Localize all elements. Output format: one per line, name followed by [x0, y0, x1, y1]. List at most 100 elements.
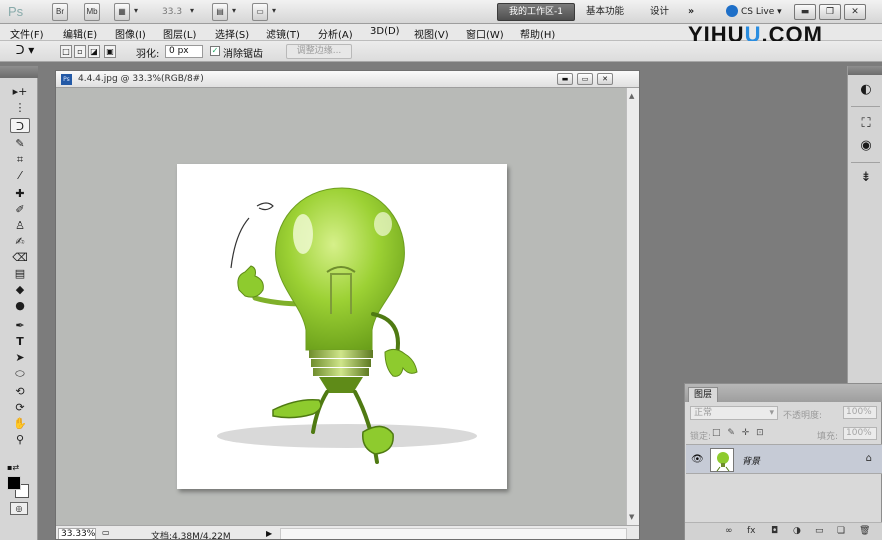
eraser-tool-icon[interactable]: ⌫ [10, 250, 30, 265]
view-extras-icon[interactable]: ▦ [114, 3, 130, 21]
dock-divider [851, 106, 880, 107]
menu-3d[interactable]: 3D(D) [370, 26, 400, 37]
scroll-down-arrow-icon[interactable]: ▼ [629, 513, 634, 521]
menu-view[interactable]: 视图(V) [414, 26, 449, 41]
dock-grip[interactable] [848, 66, 882, 75]
move-tool-icon[interactable]: ▸+ [10, 84, 30, 99]
add-selection-icon[interactable]: ▫ [74, 45, 86, 58]
new-selection-icon[interactable]: □ [60, 45, 72, 58]
workspace-design-button[interactable]: 设计 [650, 3, 669, 21]
vertical-scrollbar[interactable]: ▲ ▼ [626, 88, 639, 525]
brush-tool-icon[interactable]: ✐ [10, 202, 30, 217]
adjustments-panel-icon[interactable]: ⛶ [856, 116, 876, 132]
quick-selection-tool-icon[interactable]: ✎ [10, 136, 30, 151]
layer-row-background[interactable]: 👁 背景 ⌂ [686, 444, 882, 474]
doc-maximize-button[interactable]: ▭ [577, 73, 593, 85]
menu-window[interactable]: 窗口(W) [466, 26, 504, 41]
3d-orbit-tool-icon[interactable]: ⟳ [10, 400, 30, 415]
screen-mode-icon[interactable]: ▭ [252, 3, 268, 21]
intersect-selection-icon[interactable]: ▣ [104, 45, 116, 58]
layers-panel: 图层 正常 不透明度: 100% 锁定: □ ✎ ✛ ⊡ 填充: 100% 👁 … [684, 383, 882, 540]
menu-image[interactable]: 图像(I) [115, 26, 146, 41]
mini-bridge-button[interactable]: Mb [84, 3, 100, 21]
layer-mask-icon[interactable]: ◘ [771, 526, 778, 536]
pen-tool-icon[interactable]: ✒ [10, 318, 30, 333]
scroll-up-arrow-icon[interactable]: ▲ [629, 92, 634, 100]
menu-analysis[interactable]: 分析(A) [318, 26, 353, 41]
workspace-active-button[interactable]: 我的工作区-1 [497, 3, 575, 21]
blend-mode-select[interactable]: 正常 [690, 406, 778, 420]
new-layer-icon[interactable]: ❏ [837, 526, 845, 536]
clone-stamp-tool-icon[interactable]: ♙ [10, 218, 30, 233]
document-titlebar[interactable]: Ps 4.4.4.jpg @ 33.3%(RGB/8#) ▬ ▭ ✕ [56, 71, 639, 88]
masks-panel-icon[interactable]: ◉ [856, 138, 876, 154]
layer-thumbnail-bulb [716, 452, 730, 471]
hand-tool-icon[interactable]: ✋ [10, 416, 30, 431]
fill-field[interactable]: 100% [843, 427, 877, 440]
bridge-button[interactable]: Br [52, 3, 68, 21]
menu-layer[interactable]: 图层(L) [163, 26, 196, 41]
history-brush-tool-icon[interactable]: ✍ [10, 234, 30, 249]
subtract-selection-icon[interactable]: ◪ [88, 45, 100, 58]
tools-panel-grip[interactable] [0, 66, 38, 78]
group-icon[interactable]: ▭ [815, 526, 824, 536]
close-button[interactable]: ✕ [844, 4, 866, 20]
status-icon[interactable]: ▭ [102, 528, 110, 537]
zoom-level[interactable]: 33.3 [162, 3, 192, 21]
history-panel-icon[interactable]: ⇟ [856, 170, 876, 186]
blur-tool-icon[interactable]: ◆ [10, 282, 30, 297]
chevron-down-icon[interactable]: ▾ [232, 6, 236, 24]
color-panel-icon[interactable]: ◐ [856, 82, 876, 98]
chevron-down-icon[interactable]: ▾ [134, 6, 138, 24]
menu-help[interactable]: 帮助(H) [520, 26, 555, 41]
arrange-documents-icon[interactable]: ▤ [212, 3, 228, 21]
link-layers-icon[interactable]: ∞ [725, 526, 733, 536]
status-zoom-field[interactable]: 33.33% [58, 528, 96, 539]
3d-rotate-tool-icon[interactable]: ⟲ [10, 384, 30, 399]
dodge-tool-icon[interactable]: ● [10, 298, 30, 313]
menu-file[interactable]: 文件(F) [10, 26, 44, 41]
doc-close-button[interactable]: ✕ [597, 73, 613, 85]
more-workspaces-button[interactable]: » [688, 3, 694, 21]
foreground-color-swatch[interactable] [7, 476, 21, 490]
workspace-essentials-button[interactable]: 基本功能 [586, 3, 624, 21]
delete-layer-icon[interactable]: 🗑 [859, 526, 870, 536]
default-colors-icon[interactable]: ▪⇄ [7, 463, 19, 472]
marquee-tool-icon[interactable]: ⋮ [10, 100, 30, 115]
menu-filter[interactable]: 滤镜(T) [266, 26, 300, 41]
refine-edge-button[interactable]: 调整边缘... [286, 44, 352, 59]
gradient-tool-icon[interactable]: ▤ [10, 266, 30, 281]
layer-name[interactable]: 背景 [742, 454, 760, 467]
minimize-button[interactable]: ▬ [794, 4, 816, 20]
feather-input[interactable]: 0 px [165, 45, 203, 58]
type-tool-icon[interactable]: T [10, 334, 30, 349]
chevron-down-icon[interactable]: ▾ [272, 6, 276, 24]
eyedropper-tool-icon[interactable]: ⁄ [10, 168, 30, 183]
healing-brush-tool-icon[interactable]: ✚ [10, 186, 30, 201]
crop-tool-icon[interactable]: ⌗ [10, 152, 30, 167]
lasso-preset-icon[interactable]: ᑐ ▾ [14, 44, 36, 58]
path-selection-tool-icon[interactable]: ➤ [10, 350, 30, 365]
eye-icon[interactable]: 👁 [691, 454, 704, 465]
adjustment-layer-icon[interactable]: ◑ [793, 526, 801, 536]
shape-tool-icon[interactable]: ⬭ [10, 366, 30, 381]
opacity-field[interactable]: 100% [843, 406, 877, 419]
restore-button[interactable]: ❐ [819, 4, 841, 20]
chevron-down-icon[interactable]: ▾ [190, 6, 194, 24]
quick-mask-icon[interactable]: ◎ [10, 502, 28, 515]
doc-minimize-button[interactable]: ▬ [557, 73, 573, 85]
menu-select[interactable]: 选择(S) [215, 26, 249, 41]
tab-layers[interactable]: 图层 [688, 387, 719, 402]
document-window: Ps 4.4.4.jpg @ 33.3%(RGB/8#) ▬ ▭ ✕ ▲ ▼ 3… [55, 70, 640, 540]
canvas-area[interactable] [56, 88, 627, 525]
image-canvas[interactable] [177, 164, 507, 489]
antialias-checkbox[interactable]: ✓ [210, 46, 220, 56]
horizontal-scrollbar[interactable] [280, 528, 627, 539]
status-menu-arrow-icon[interactable]: ▶ [266, 529, 272, 538]
cs-live-button[interactable]: CS Live ▾ [726, 3, 788, 21]
lasso-tool-icon[interactable]: ᑐ [10, 118, 30, 133]
zoom-tool-icon[interactable]: ⚲ [10, 432, 30, 447]
layer-style-icon[interactable]: fx [747, 526, 756, 536]
lock-options-icons[interactable]: □ ✎ ✛ ⊡ [712, 428, 766, 438]
menu-edit[interactable]: 编辑(E) [63, 26, 97, 41]
